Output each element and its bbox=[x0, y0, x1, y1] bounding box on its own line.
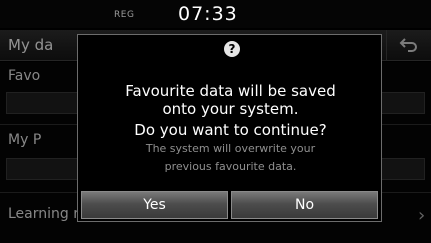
status-bar: REG 07:33 bbox=[0, 0, 431, 28]
confirm-dialog: ? Favourite data will be saved onto your… bbox=[77, 34, 382, 222]
clock: 07:33 bbox=[178, 3, 238, 25]
dialog-buttons: Yes No bbox=[81, 191, 378, 219]
region-indicator: REG bbox=[114, 10, 135, 20]
dialog-message-line: Do you want to continue? bbox=[134, 121, 327, 139]
dialog-note-line: previous favourite data. bbox=[164, 160, 297, 173]
no-button[interactable]: No bbox=[231, 191, 378, 219]
yes-button[interactable]: Yes bbox=[81, 191, 228, 219]
dialog-note-line: The system will overwrite your bbox=[145, 142, 316, 155]
question-icon: ? bbox=[224, 41, 240, 57]
dialog-message-line: Favourite data will be saved bbox=[125, 82, 336, 100]
dialog-message-line: onto your system. bbox=[162, 100, 299, 118]
